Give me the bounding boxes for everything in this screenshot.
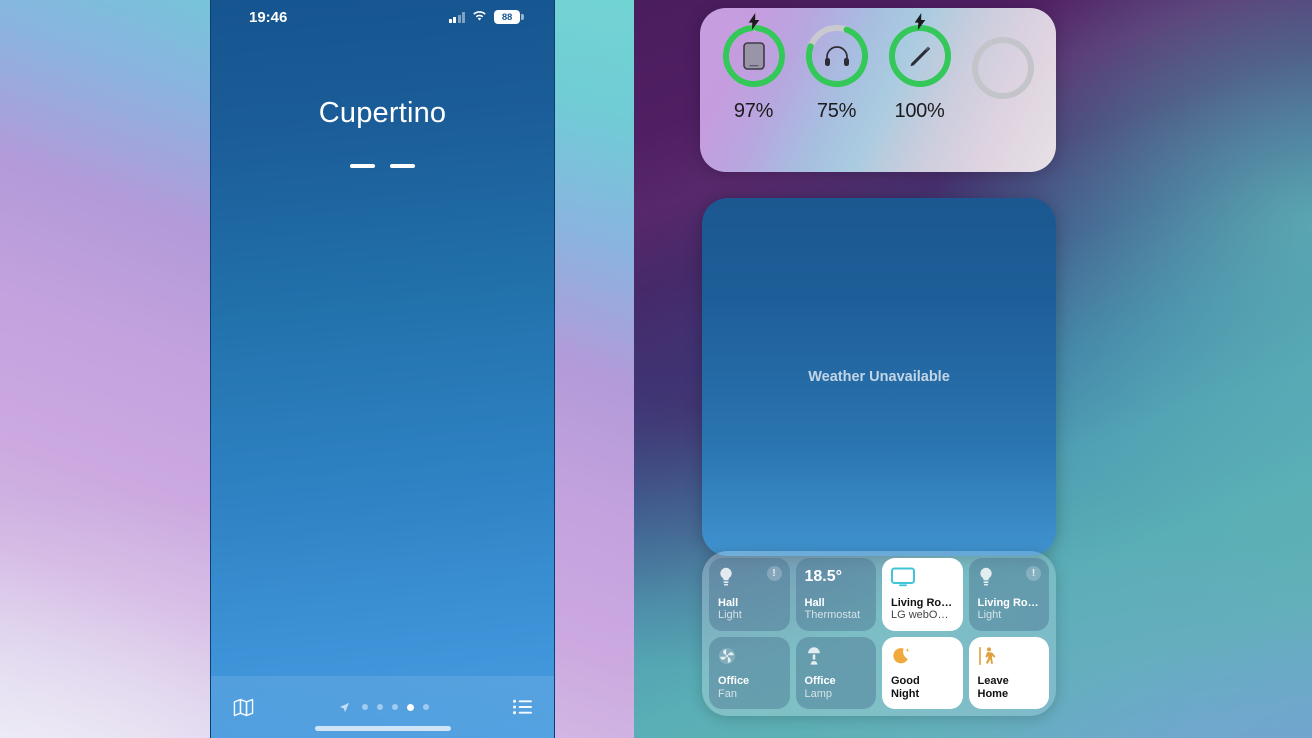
home-tile-subtitle: Home — [977, 687, 1009, 700]
home-tile-label: Leave Home — [978, 675, 1041, 700]
home-tile-name: Living Ro… — [891, 596, 953, 609]
home-tile-subtitle: Light — [718, 609, 742, 622]
home-tile-label: Living Ro… LG webO… — [891, 597, 954, 622]
home-tile-living-room-tv[interactable]: Living Ro… LG webO… — [882, 558, 963, 631]
battery-percent-label: 97% — [733, 100, 774, 122]
home-tile-label: Hall Thermostat — [805, 597, 868, 622]
home-tile-office-lamp[interactable]: Office Lamp — [795, 636, 876, 709]
cellular-signal-icon — [448, 11, 465, 23]
battery-ring-empty — [969, 34, 1037, 102]
weather-unavailable-message: Weather Unavailable — [808, 369, 950, 385]
page-dot[interactable] — [376, 704, 383, 710]
home-tile-leave-home-scene[interactable]: Leave Home — [968, 636, 1049, 709]
battery-item[interactable]: 100% — [881, 13, 959, 123]
headphones-icon — [803, 22, 871, 90]
walking-person-icon — [978, 645, 1041, 667]
thermostat-temperature: 18.5° — [804, 568, 843, 585]
wifi-icon — [472, 9, 487, 26]
fan-icon — [718, 645, 781, 667]
weather-city-name: Cupertino — [318, 97, 447, 129]
apple-pencil-icon — [886, 22, 954, 90]
home-tile-subtitle: Fan — [718, 687, 737, 700]
home-tile-office-fan[interactable]: Office Fan — [709, 636, 790, 709]
page-dot-active[interactable] — [406, 703, 414, 711]
home-indicator-bar[interactable] — [314, 726, 451, 731]
battery-percent-label: 75% — [816, 100, 857, 122]
left-phone-screen: 19:46 88 Cupertino — [210, 0, 555, 738]
battery-item[interactable]: 75% — [798, 22, 876, 123]
wallpaper-backdrop — [0, 0, 1312, 738]
tv-icon — [891, 566, 954, 588]
home-tile-name: Good — [891, 675, 920, 688]
battery-rings-row: 97% 75% 100% — [700, 8, 1056, 123]
home-tile-name: Office — [804, 675, 836, 688]
status-badge: ! — [1026, 566, 1041, 581]
battery-percent-label: 88 — [501, 11, 513, 23]
battery-ring-ipad — [720, 13, 788, 90]
page-dot[interactable] — [361, 704, 368, 710]
home-tile-subtitle: LG webO… — [891, 609, 949, 622]
home-tile-name: Leave — [977, 675, 1009, 688]
battery-item-empty[interactable] — [964, 34, 1042, 112]
temperature-dash — [390, 164, 415, 168]
home-tile-subtitle: Night — [891, 687, 920, 700]
charging-bolt-icon — [913, 13, 926, 30]
weather-temperature-placeholder — [211, 164, 554, 168]
moon-stars-icon — [891, 645, 954, 667]
page-dot[interactable] — [391, 704, 398, 710]
home-tile-subtitle: Light — [977, 609, 1002, 622]
home-tile-hall-thermostat[interactable]: 18.5° Hall Thermostat — [795, 558, 876, 631]
charging-bolt-icon — [747, 13, 760, 30]
batteries-widget[interactable]: 97% 75% 100% — [700, 8, 1056, 172]
home-tile-label: Living Ro… Light — [978, 597, 1041, 622]
home-tile-name: Living Ro… — [977, 596, 1039, 609]
home-tile-subtitle: Lamp — [804, 687, 833, 700]
map-icon[interactable] — [233, 698, 254, 717]
location-arrow-icon — [339, 702, 350, 713]
status-bar: 19:46 88 — [211, 0, 554, 34]
home-tiles-grid: ! Hall Light 18.5° Hall Thermostat Livin… — [709, 558, 1049, 709]
home-tile-label: Office Fan — [718, 675, 781, 700]
home-tile-living-room-light[interactable]: ! Living Ro… Light — [968, 558, 1049, 631]
battery-ring-headphones — [803, 22, 871, 90]
temperature-dash — [350, 164, 375, 168]
home-tile-label: Hall Light — [718, 597, 781, 622]
home-tile-good-night-scene[interactable]: Good Night — [882, 636, 963, 709]
status-badge: ! — [766, 566, 782, 581]
battery-item[interactable]: 97% — [715, 13, 793, 123]
list-icon[interactable] — [513, 699, 532, 715]
page-dot[interactable] — [422, 704, 429, 710]
battery-ring-apple-pencil — [886, 13, 954, 90]
lamp-icon — [805, 645, 868, 667]
home-tile-name: Hall — [718, 596, 739, 609]
weather-widget[interactable]: Weather Unavailable — [702, 198, 1056, 556]
home-tile-name: Hall — [804, 596, 825, 609]
home-tile-name: Office — [718, 675, 750, 688]
home-widget[interactable]: ! Hall Light 18.5° Hall Thermostat Livin… — [702, 551, 1056, 716]
home-tile-label: Office Lamp — [805, 675, 868, 700]
right-phone-screen: 97% 75% 100% Weather Unavailable ! Hall … — [700, 0, 1056, 738]
status-bar-indicators: 88 — [448, 9, 524, 26]
home-tile-hall-light[interactable]: ! Hall Light — [709, 558, 790, 631]
battery-percent-label: 100% — [894, 100, 945, 122]
home-tile-label: Good Night — [891, 675, 954, 700]
home-tile-subtitle: Thermostat — [804, 609, 861, 622]
status-bar-time: 19:46 — [249, 8, 288, 26]
status-bar-battery: 88 — [494, 10, 524, 24]
page-indicator-dots[interactable] — [339, 702, 429, 713]
ipad-icon — [720, 22, 788, 90]
